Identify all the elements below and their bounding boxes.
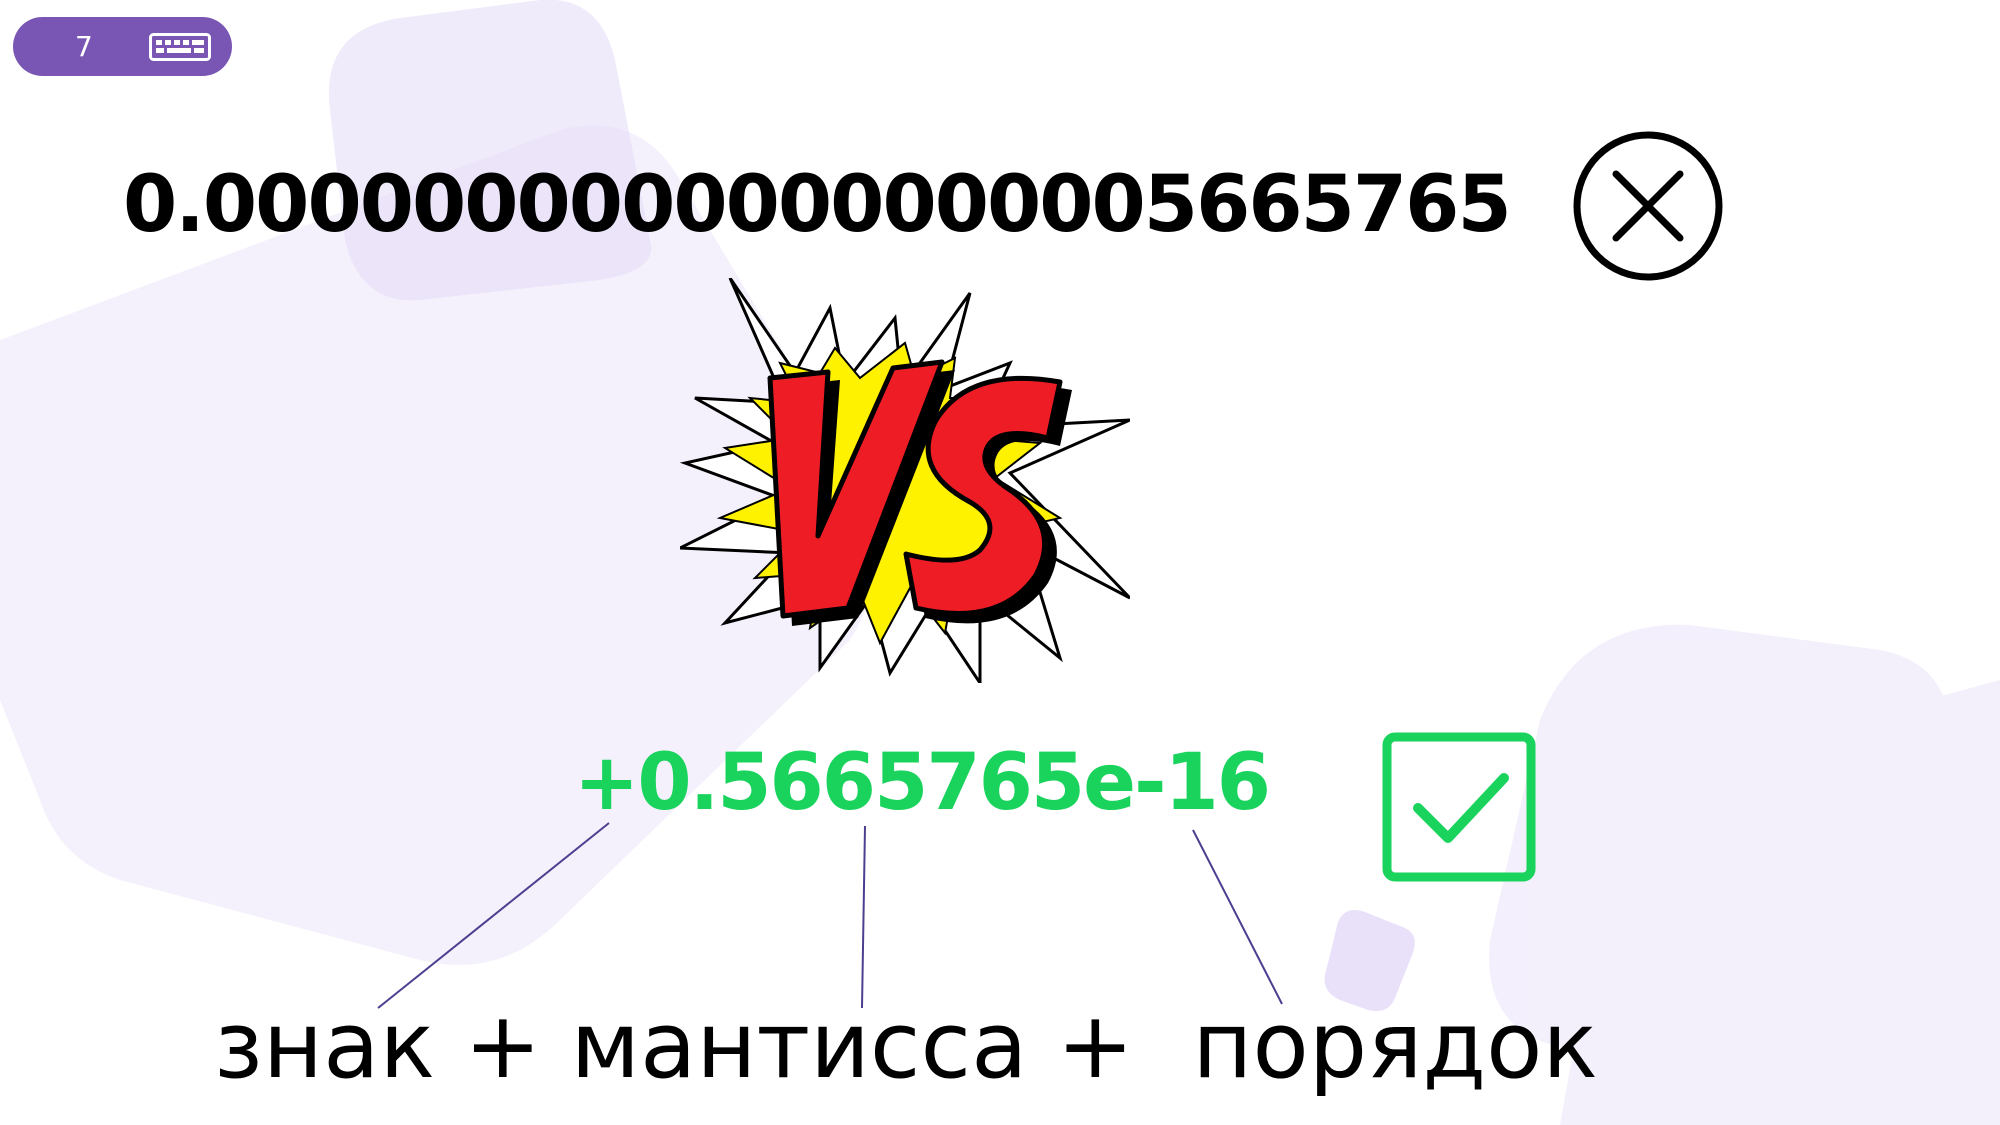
cross-circle-icon — [1573, 131, 1723, 281]
number-parts-labels: знак + мантисса + порядок — [214, 1000, 1598, 1092]
check-square-icon — [1382, 732, 1536, 882]
label-plus-2: + — [1056, 992, 1134, 1099]
label-exponent: порядок — [1192, 992, 1598, 1099]
label-sign: знак — [214, 992, 436, 1099]
slide-number: 7 — [75, 30, 93, 63]
slide: 7 0.0000000000000000005665765 +0.5665765… — [0, 0, 2000, 1125]
decimal-number: 0.0000000000000000005665765 — [123, 160, 1512, 250]
scientific-notation-number: +0.5665765e-16 — [574, 738, 1271, 828]
keyboard-icon[interactable] — [149, 33, 211, 61]
vs-comic-burst-icon — [680, 278, 1130, 683]
label-plus-1: + — [464, 992, 542, 1099]
label-mantissa: мантисса — [570, 992, 1028, 1099]
slide-number-badge[interactable]: 7 — [13, 17, 232, 76]
